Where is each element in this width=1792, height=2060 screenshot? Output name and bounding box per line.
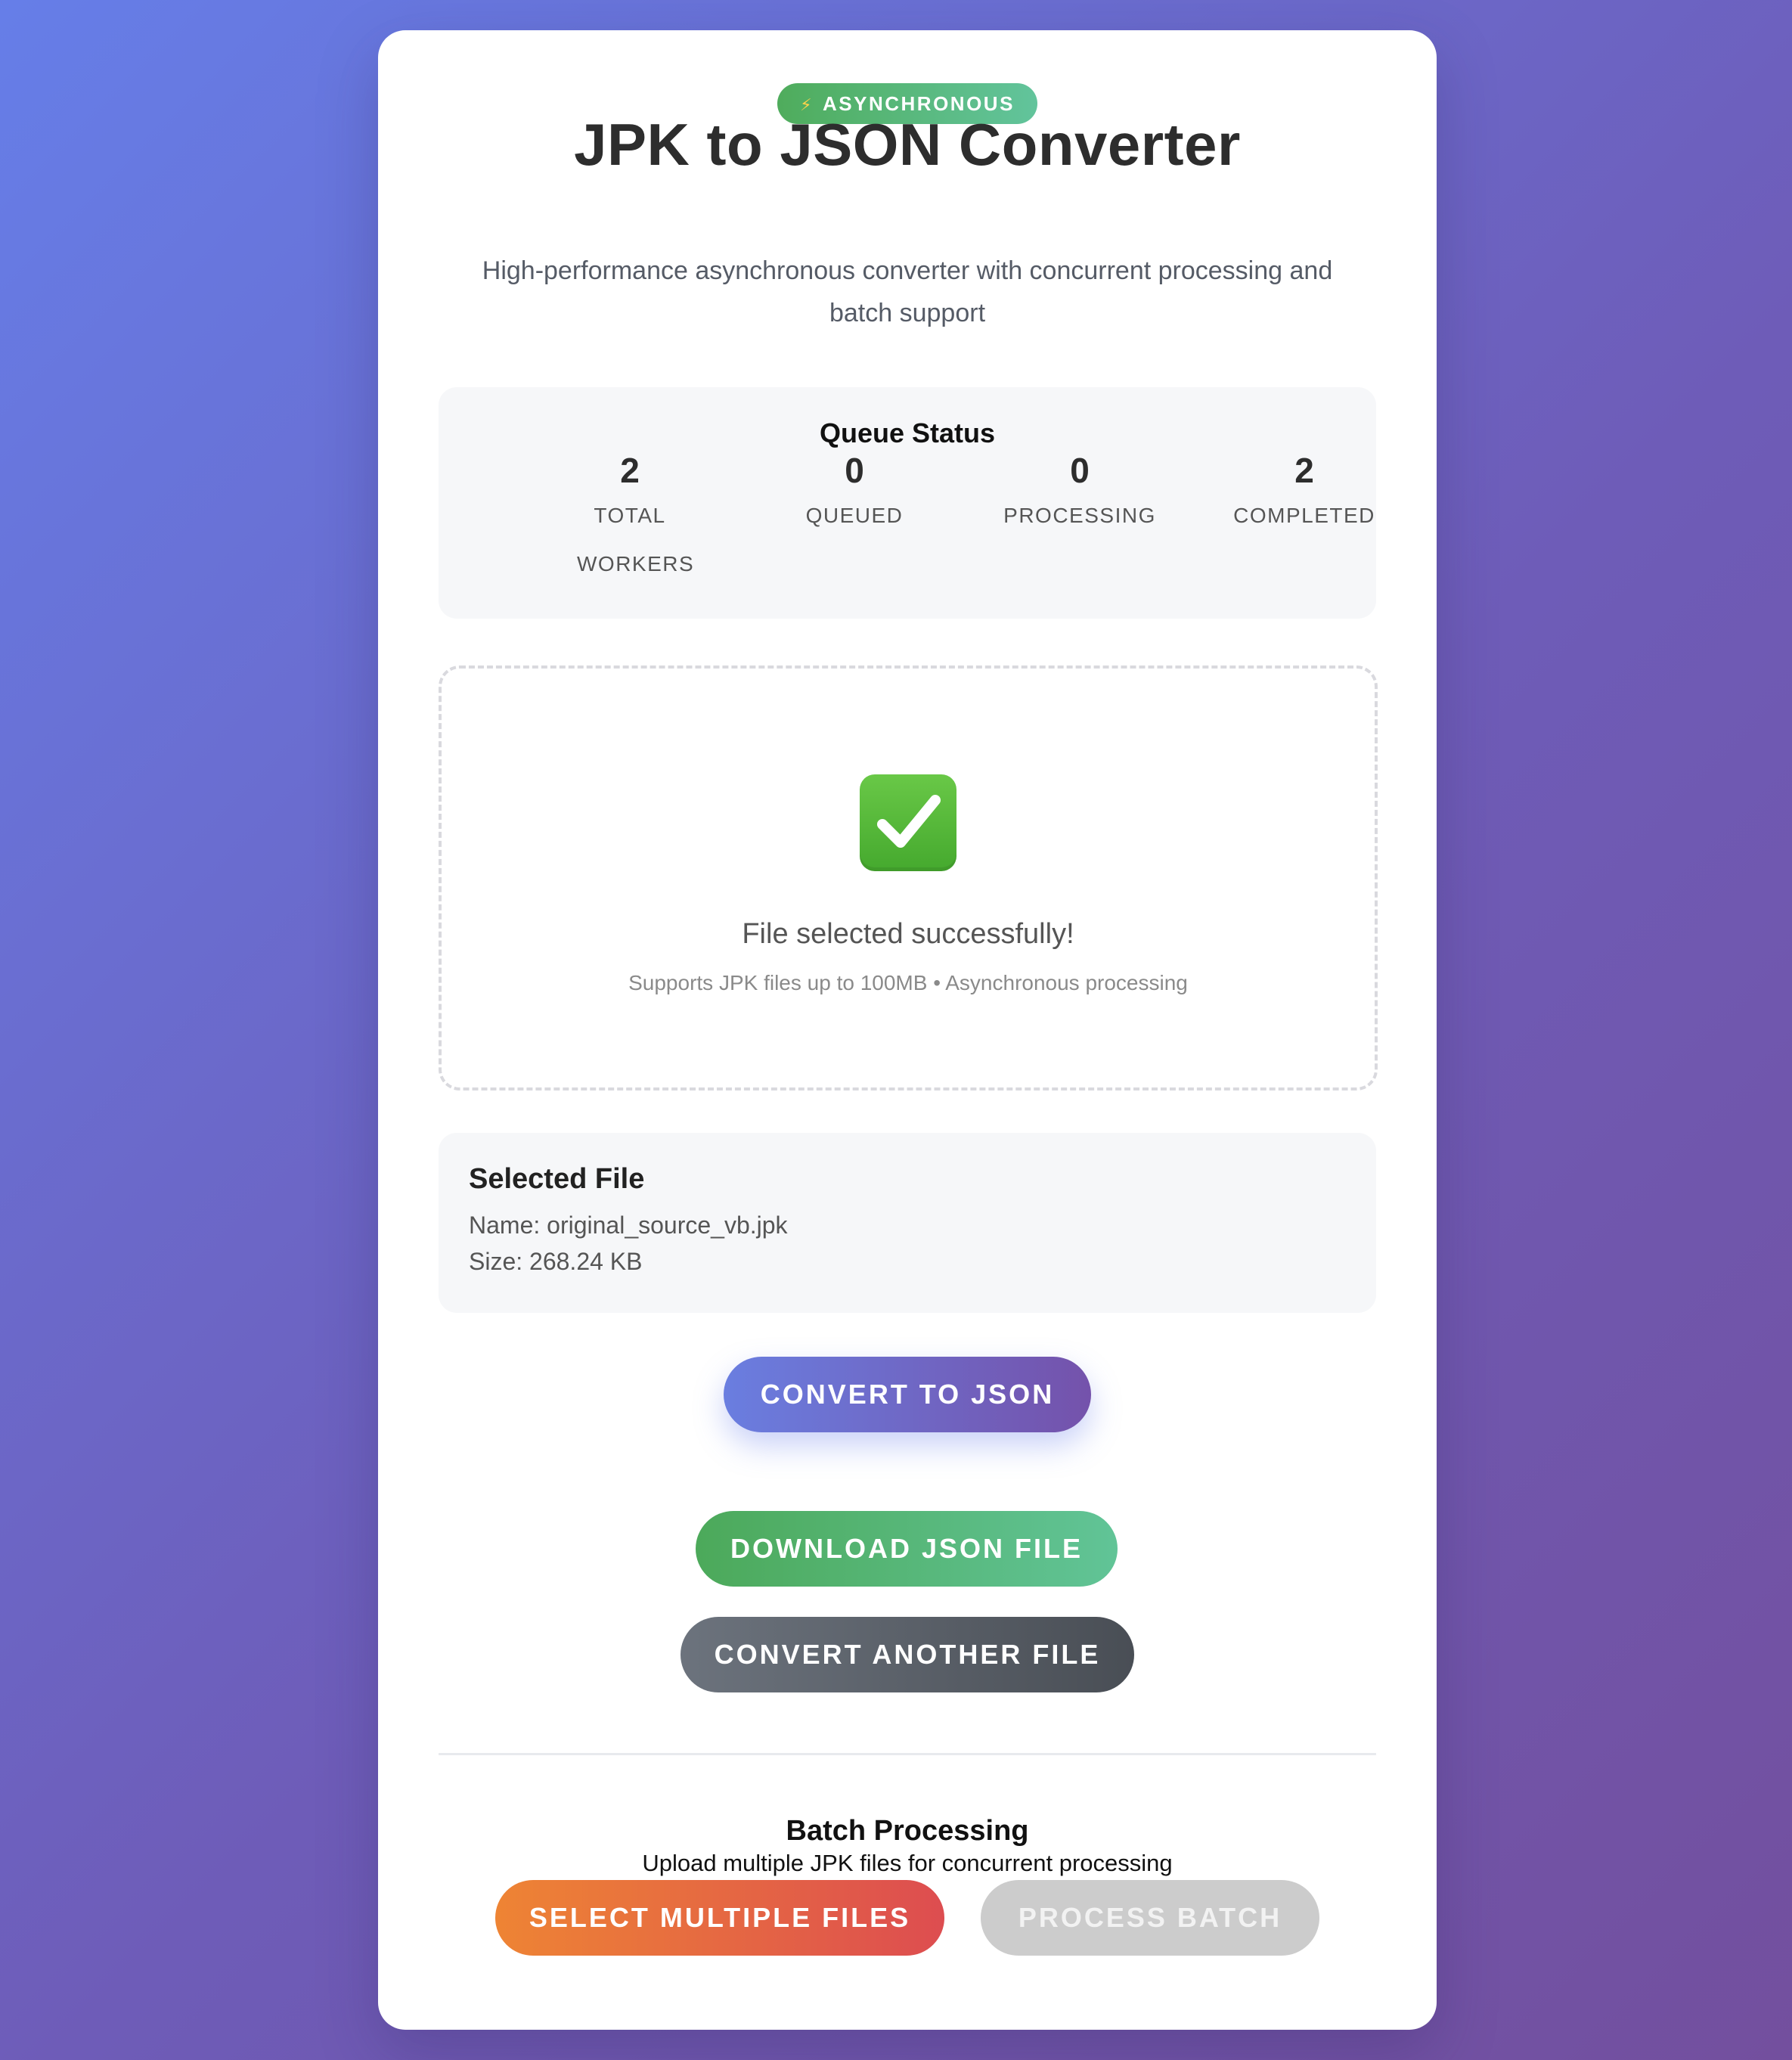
stat-value: 0 xyxy=(845,451,864,490)
stat-label: PROCESSING xyxy=(1003,504,1156,527)
stat-queued: 0 QUEUED xyxy=(771,449,938,540)
stat-label: QUEUED xyxy=(805,504,904,527)
queue-status-title: Queue Status xyxy=(819,417,996,448)
convert-to-json-button[interactable]: CONVERT TO JSON xyxy=(724,1357,1091,1432)
file-dropzone[interactable]: File selected successfully! Supports JPK… xyxy=(439,665,1378,1090)
stat-total-workers: 2 TOTAL WORKERS xyxy=(547,449,713,588)
selected-file-panel: Selected File Name: original_source_vb.j… xyxy=(439,1133,1376,1313)
stat-value: 2 xyxy=(1294,451,1314,490)
selected-file-title: Selected File xyxy=(469,1163,645,1195)
stat-value: 2 xyxy=(620,451,640,490)
stat-label: TOTAL WORKERS xyxy=(577,504,695,575)
dropzone-hint: Supports JPK files up to 100MB • Asynchr… xyxy=(628,971,1188,994)
batch-processing-subtitle: Upload multiple JPK files for concurrent… xyxy=(642,1850,1173,1876)
dropzone-message: File selected successfully! xyxy=(742,918,1074,950)
batch-processing-title: Batch Processing xyxy=(786,1815,1029,1847)
selected-file-size: Size: 268.24 KB xyxy=(469,1248,643,1275)
stat-completed: 2 COMPLETED xyxy=(1221,449,1387,540)
download-json-button[interactable]: DOWNLOAD JSON FILE xyxy=(696,1511,1118,1587)
select-multiple-files-button[interactable]: SELECT MULTIPLE FILES xyxy=(495,1880,944,1956)
section-divider xyxy=(439,1753,1376,1755)
page-title: JPK to JSON Converter xyxy=(574,111,1241,178)
stat-processing: 0 PROCESSING xyxy=(997,449,1163,540)
process-batch-button[interactable]: PROCESS BATCH xyxy=(981,1880,1319,1956)
stat-value: 0 xyxy=(1070,451,1090,490)
queue-status-panel: Queue Status 2 TOTAL WORKERS 0 QUEUED 0 … xyxy=(439,387,1376,619)
stat-label: COMPLETED xyxy=(1233,504,1375,527)
convert-another-file-button[interactable]: CONVERT ANOTHER FILE xyxy=(681,1617,1134,1692)
check-mark-button-icon xyxy=(860,774,956,871)
converter-card: ⚡ ASYNCHRONOUS JPK to JSON Converter High… xyxy=(378,30,1437,2030)
selected-file-name: Name: original_source_vb.jpk xyxy=(469,1211,788,1239)
page-subtitle: High-performance asynchronous converter … xyxy=(482,256,1333,327)
